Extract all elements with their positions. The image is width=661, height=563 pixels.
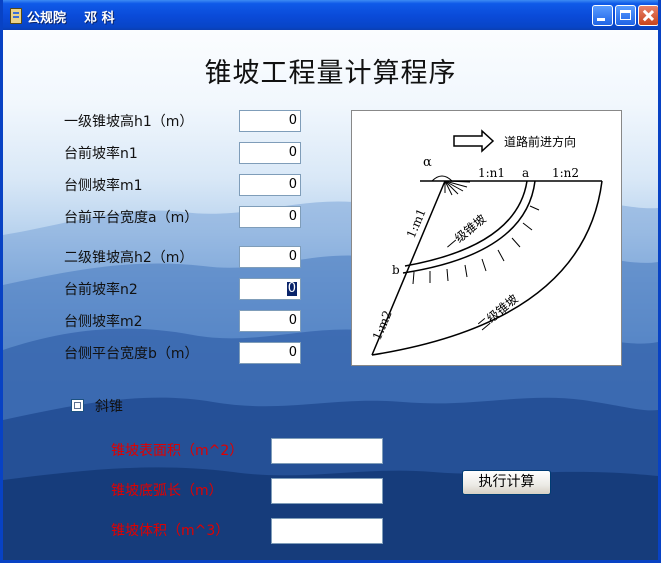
close-icon	[639, 6, 658, 25]
point-a-label: a	[522, 166, 529, 180]
ratio-n1-label: 1:n1	[478, 166, 505, 180]
label-surface-area: 锥坡表面积（m^2）	[111, 443, 244, 459]
minimize-icon	[597, 18, 605, 21]
level1-label: 一级锥坡	[443, 212, 489, 254]
app-window: 公规院 邓 科 锥坡工程量计算程序 一级锥坡高h1（m） 台前坡率n1 台侧坡率…	[0, 0, 661, 563]
ratio-n2-label: 1:n2	[552, 166, 579, 180]
n2-input-value: 0	[286, 281, 297, 296]
label-m2: 台侧坡率m2	[64, 314, 143, 330]
m2-input[interactable]: 0	[239, 310, 301, 332]
direction-arrow-icon	[453, 129, 495, 153]
app-icon	[10, 8, 22, 24]
arc-length-output[interactable]	[271, 478, 383, 504]
slope-diagram-svg: 道路前进方向 α 1:n1 a 1:n2 1:m1 1:m2 b 一级锥坡 二级…	[370, 129, 603, 356]
label-n2: 台前坡率n2	[64, 282, 138, 298]
form-client-area: 锥坡工程量计算程序 一级锥坡高h1（m） 台前坡率n1 台侧坡率m1 台前平台宽…	[3, 30, 658, 560]
title-bar[interactable]: 公规院 邓 科	[3, 0, 658, 30]
label-volume: 锥坡体积（m^3）	[111, 523, 230, 539]
volume-output[interactable]	[271, 518, 383, 544]
h2-input[interactable]: 0	[239, 246, 301, 268]
level2-label: 二级锥坡	[475, 292, 521, 334]
a-input[interactable]: 0	[239, 206, 301, 228]
ratio-m2-label: 1:m2	[370, 308, 395, 342]
slope-diagram: 道路前进方向 α 1:n1 a 1:n2 1:m1 1:m2 b 一级锥坡 二级…	[351, 110, 622, 366]
window-title: 公规院 邓 科	[27, 11, 115, 26]
label-n1: 台前坡率n1	[64, 146, 138, 162]
oblique-cone-checkbox[interactable]	[71, 399, 84, 412]
oblique-cone-label[interactable]: 斜锥	[95, 396, 123, 416]
compute-button[interactable]: 执行计算	[462, 470, 551, 495]
maximize-icon	[620, 10, 631, 20]
close-button[interactable]	[638, 5, 658, 26]
alpha-label: α	[423, 155, 432, 170]
label-b: 台侧平台宽度b（m）	[64, 346, 199, 362]
maximize-button[interactable]	[615, 5, 636, 26]
m1-input[interactable]: 0	[239, 174, 301, 196]
h1-input[interactable]: 0	[239, 110, 301, 132]
point-b-label: b	[392, 263, 400, 277]
label-a: 台前平台宽度a（m）	[64, 210, 199, 226]
direction-label: 道路前进方向	[504, 134, 576, 149]
page-title: 锥坡工程量计算程序	[204, 58, 457, 89]
surface-area-output[interactable]	[271, 438, 383, 464]
label-m1: 台侧坡率m1	[64, 178, 143, 194]
n2-input[interactable]: 0	[239, 278, 301, 300]
label-arc-length: 锥坡底弧长（m）	[111, 483, 223, 499]
ratio-m1-label: 1:m1	[404, 206, 429, 240]
b-input[interactable]: 0	[239, 342, 301, 364]
minimize-button[interactable]	[592, 5, 613, 26]
label-h1: 一级锥坡高h1（m）	[64, 114, 194, 130]
label-h2: 二级锥坡高h2（m）	[64, 250, 194, 266]
n1-input[interactable]: 0	[239, 142, 301, 164]
